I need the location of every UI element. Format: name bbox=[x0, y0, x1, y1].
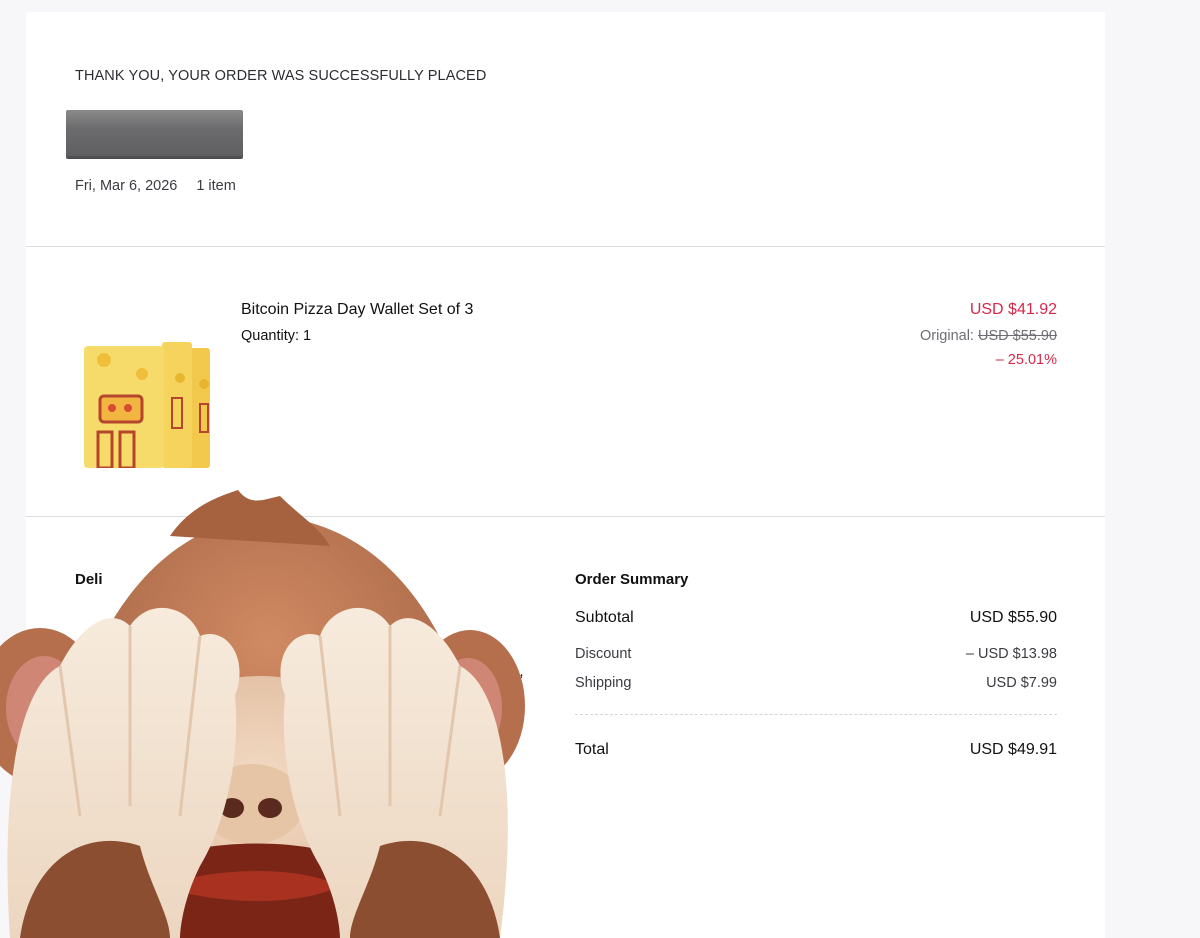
product-sale-price: USD $41.92 bbox=[969, 301, 1057, 318]
shipping-row: Shipping USD $7.99 bbox=[575, 675, 1057, 691]
see-no-evil-monkey-icon bbox=[0, 490, 525, 938]
total-label: Total bbox=[575, 741, 609, 758]
summary-divider bbox=[575, 714, 1057, 715]
product-name[interactable]: Bitcoin Pizza Day Wallet Set of 3 bbox=[241, 301, 473, 319]
original-price-value: USD $55.90 bbox=[978, 328, 1057, 344]
subtotal-value: USD $55.90 bbox=[969, 609, 1057, 626]
discount-row: Discount – USD $13.98 bbox=[575, 646, 1057, 662]
total-value: USD $49.91 bbox=[969, 741, 1057, 758]
divider bbox=[26, 246, 1105, 247]
product-original-price: Original: USD $55.90 bbox=[920, 328, 1057, 344]
shipping-value: USD $7.99 bbox=[986, 675, 1057, 691]
redacted-order-number bbox=[66, 110, 243, 158]
order-item-count: 1 item bbox=[196, 178, 236, 194]
subtotal-row: Subtotal USD $55.90 bbox=[575, 609, 1057, 627]
order-summary-title: Order Summary bbox=[575, 571, 689, 588]
order-success-heading: THANK YOU, YOUR ORDER WAS SUCCESSFULLY P… bbox=[75, 68, 487, 84]
product-discount-percent: – 25.01% bbox=[995, 352, 1057, 368]
product-image[interactable] bbox=[84, 338, 214, 468]
order-meta: Fri, Mar 6, 2026 1 item bbox=[75, 178, 236, 194]
product-quantity: Quantity: 1 bbox=[241, 328, 312, 344]
subtotal-label: Subtotal bbox=[575, 609, 634, 626]
order-date: Fri, Mar 6, 2026 bbox=[75, 178, 178, 194]
discount-label: Discount bbox=[575, 646, 632, 662]
total-row: Total USD $49.91 bbox=[575, 741, 1057, 759]
shipping-label: Shipping bbox=[575, 675, 632, 691]
discount-value: – USD $13.98 bbox=[965, 646, 1057, 662]
original-label: Original: bbox=[919, 328, 974, 344]
